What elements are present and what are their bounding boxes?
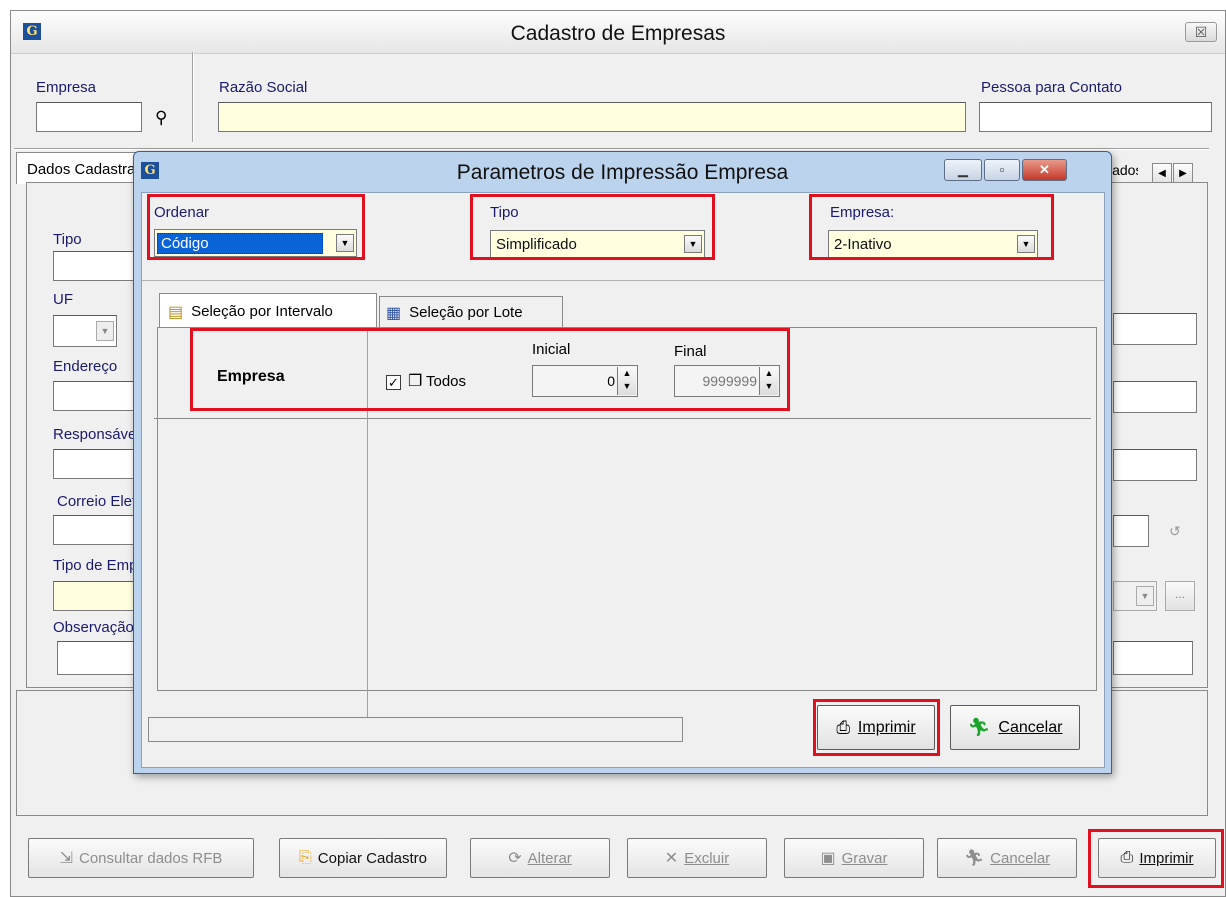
tipo-empresa-field[interactable] [53, 581, 143, 611]
alterar-label: Alterar [527, 849, 572, 867]
running-man-green-icon: 🏃︎ [967, 717, 991, 737]
tipo-empresa-dropdown-icon[interactable]: ▼ [1136, 586, 1154, 606]
uf-select[interactable]: ▼ [53, 315, 117, 347]
delete-icon: ✕ [664, 850, 679, 867]
correio-field[interactable] [53, 515, 143, 545]
main-window-title: Cadastro de Empresas [510, 22, 726, 45]
download-doc-icon: ⇲ [59, 850, 73, 867]
document-list-icon: ▤ [168, 303, 184, 321]
cancelar-label: Cancelar [990, 849, 1051, 867]
dialog-divider [142, 280, 1104, 281]
empresa-label: Empresa [36, 79, 97, 96]
header-divider [14, 148, 1209, 150]
dialog-title-bar: G Parametros de Impressão Empresa ▁ ▫ ✕ [134, 152, 1111, 192]
tab-selecao-intervalo-label: Seleção por Intervalo [191, 303, 333, 320]
tipo-label: Tipo [53, 231, 82, 248]
progress-bar [148, 717, 683, 742]
alterar-button[interactable]: ⟳ Alterar [470, 838, 610, 878]
tab-scroll-left-icon[interactable]: ◀ [1152, 163, 1172, 184]
right-field-1[interactable] [1113, 313, 1197, 345]
responsavel-field[interactable] [53, 449, 143, 479]
dialog-cancelar-label: Cancelar [998, 718, 1063, 736]
right-field-3[interactable] [1113, 449, 1197, 481]
cancelar-button[interactable]: 🏃︎ Cancelar [937, 838, 1077, 878]
header-separator [192, 52, 194, 142]
dialog-client-area: Ordenar Código ▼ Tipo Simplificado ▼ Emp… [141, 192, 1105, 768]
empresa-code-field[interactable] [36, 102, 142, 132]
tipo-empresa-dropdown[interactable]: ▼ [1113, 581, 1157, 611]
endereco-field[interactable] [53, 381, 143, 411]
copiar-cadastro-label: Copiar Cadastro [317, 849, 428, 867]
excluir-button[interactable]: ✕ Excluir [627, 838, 767, 878]
main-title-bar: G Cadastro de Empresas ☒ [11, 11, 1225, 54]
running-man-icon: 🏃︎ [963, 850, 985, 867]
consultar-rfb-label: Consultar dados RFB [79, 849, 223, 867]
highlight-dialog-imprimir [813, 699, 940, 756]
gravar-button[interactable]: ▣ Gravar [784, 838, 924, 878]
observacao-field[interactable] [57, 641, 143, 675]
razao-social-field[interactable] [218, 102, 966, 132]
excluir-label: Excluir [684, 849, 730, 867]
consultar-rfb-button[interactable]: ⇲ Consultar dados RFB [28, 838, 254, 878]
tab-dados-cadastrais[interactable]: Dados Cadastrais [16, 152, 136, 184]
refresh-small-icon: ↺ [1169, 523, 1181, 539]
responsavel-label: Responsável [53, 426, 140, 443]
pessoa-contato-field[interactable] [979, 102, 1212, 132]
dialog-cancelar-button[interactable]: 🏃︎ Cancelar [950, 705, 1080, 750]
right-field-4[interactable] [1113, 515, 1149, 547]
highlight-ordenar [147, 194, 365, 260]
tipo-field[interactable] [53, 251, 143, 281]
tab-selecao-lote-label: Seleção por Lote [409, 304, 523, 321]
pessoa-contato-label: Pessoa para Contato [981, 79, 1122, 96]
tab-selecao-intervalo[interactable]: ▤ Seleção por Intervalo [159, 293, 377, 329]
gravar-label: Gravar [841, 849, 888, 867]
dialog-close-icon[interactable]: ✕ [1022, 159, 1067, 181]
minimize-icon[interactable]: ▁ [944, 159, 982, 181]
uf-label: UF [53, 291, 73, 308]
tab-scroll-right-icon[interactable]: ▶ [1173, 163, 1193, 184]
highlight-imprimir-main [1088, 829, 1224, 888]
endereco-label: Endereço [53, 358, 118, 375]
print-parameters-dialog: G Parametros de Impressão Empresa ▁ ▫ ✕ … [133, 151, 1112, 774]
observacao-label: Observação [53, 619, 134, 636]
refresh-icon: ⟳ [508, 850, 522, 867]
razao-social-label: Razão Social [219, 79, 308, 96]
right-field-obs[interactable] [1113, 641, 1193, 675]
right-field-2[interactable] [1113, 381, 1197, 413]
maximize-icon[interactable]: ▫ [984, 159, 1020, 181]
ellipsis-button[interactable]: ... [1165, 581, 1195, 611]
binoculars-search-icon[interactable]: ⚲ [155, 108, 167, 128]
highlight-empresa [809, 194, 1054, 260]
tab-selecao-lote[interactable]: ▦ Seleção por Lote [379, 296, 563, 328]
highlight-tipo [470, 194, 715, 260]
copiar-cadastro-button[interactable]: ⎘ Copiar Cadastro [279, 838, 447, 878]
highlight-range [190, 328, 790, 411]
save-icon: ▣ [820, 850, 836, 867]
copy-icon: ⎘ [298, 849, 312, 866]
grid-icon: ▦ [386, 304, 402, 322]
uf-dropdown-icon[interactable]: ▼ [96, 321, 114, 341]
main-close-button[interactable]: ☒ [1185, 22, 1217, 42]
